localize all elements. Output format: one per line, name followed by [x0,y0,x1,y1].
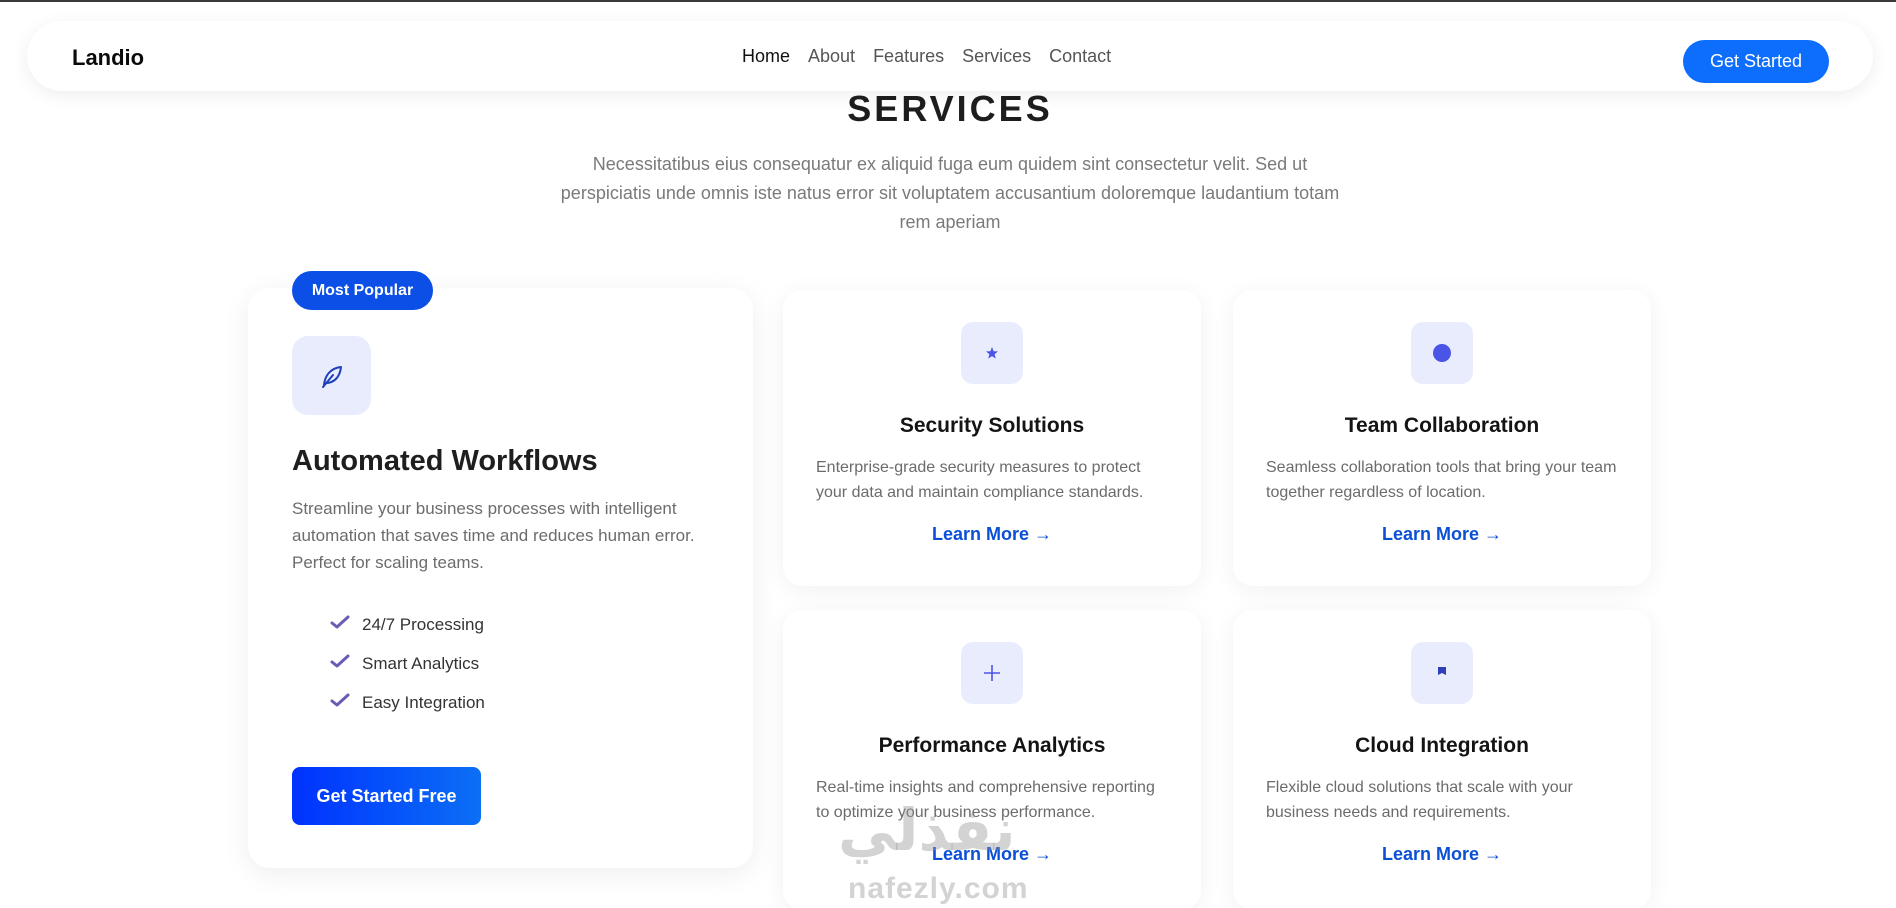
check-icon [330,614,350,635]
most-popular-badge: Most Popular [292,271,433,310]
service-card-team: Team Collaboration Seamless collaboratio… [1233,290,1651,586]
learn-more-link[interactable]: Learn More → [1233,844,1651,865]
get-started-free-button[interactable]: Get Started Free [292,767,481,825]
learn-more-link[interactable]: Learn More → [1233,524,1651,545]
list-item: Smart Analytics [330,644,485,683]
circle-icon [1411,322,1473,384]
flag-icon [1411,642,1473,704]
service-title: Performance Analytics [878,734,1106,757]
learn-more-link[interactable]: Learn More → [783,524,1201,545]
service-card-cloud: Cloud Integration Flexible cloud solutio… [1233,610,1651,908]
watermark-latin: nafezly.com [848,872,1029,905]
nav-about[interactable]: About [808,46,855,67]
site-logo[interactable]: Landio [72,45,144,71]
nav-services[interactable]: Services [962,46,1031,67]
nav-features[interactable]: Features [873,46,944,67]
service-description: Seamless collaboration tools that bring … [1266,459,1617,501]
check-icon [330,692,350,713]
list-item: 24/7 Processing [330,605,485,644]
section-description: Necessitatibus eius consequatur ex aliqu… [560,154,1340,232]
service-card-security: Security Solutions Enterprise-grade secu… [783,290,1201,586]
watermark-arabic: نفذلي [838,796,1016,864]
site-header: Landio Home About Features Services Cont… [27,21,1873,91]
leaf-icon [292,336,371,415]
featured-title: Automated Workflows [292,445,598,477]
featured-description: Streamline your business processes with … [292,499,695,572]
section-title: SERVICES [847,88,1053,129]
check-icon [330,653,350,674]
nav-contact[interactable]: Contact [1049,46,1111,67]
plus-icon [961,642,1023,704]
feature-label: Smart Analytics [362,653,480,673]
service-description: Flexible cloud solutions that scale with… [1266,779,1573,821]
feature-label: Easy Integration [362,692,485,712]
service-title: Team Collaboration [1344,414,1540,437]
get-started-button[interactable]: Get Started [1683,40,1829,83]
featured-service-card: Automated Workflows Streamline your busi… [248,288,753,868]
list-item: Easy Integration [330,683,485,722]
top-border [0,0,1896,2]
star-icon [961,322,1023,384]
service-description: Enterprise-grade security measures to pr… [816,459,1144,501]
nav-home[interactable]: Home [742,46,790,67]
featured-feature-list: 24/7 Processing Smart Analytics Easy Int… [330,605,485,722]
service-title: Security Solutions [899,414,1085,437]
main-nav: Home About Features Services Contact [742,46,1111,67]
feature-label: 24/7 Processing [362,614,484,634]
service-title: Cloud Integration [1355,734,1529,757]
